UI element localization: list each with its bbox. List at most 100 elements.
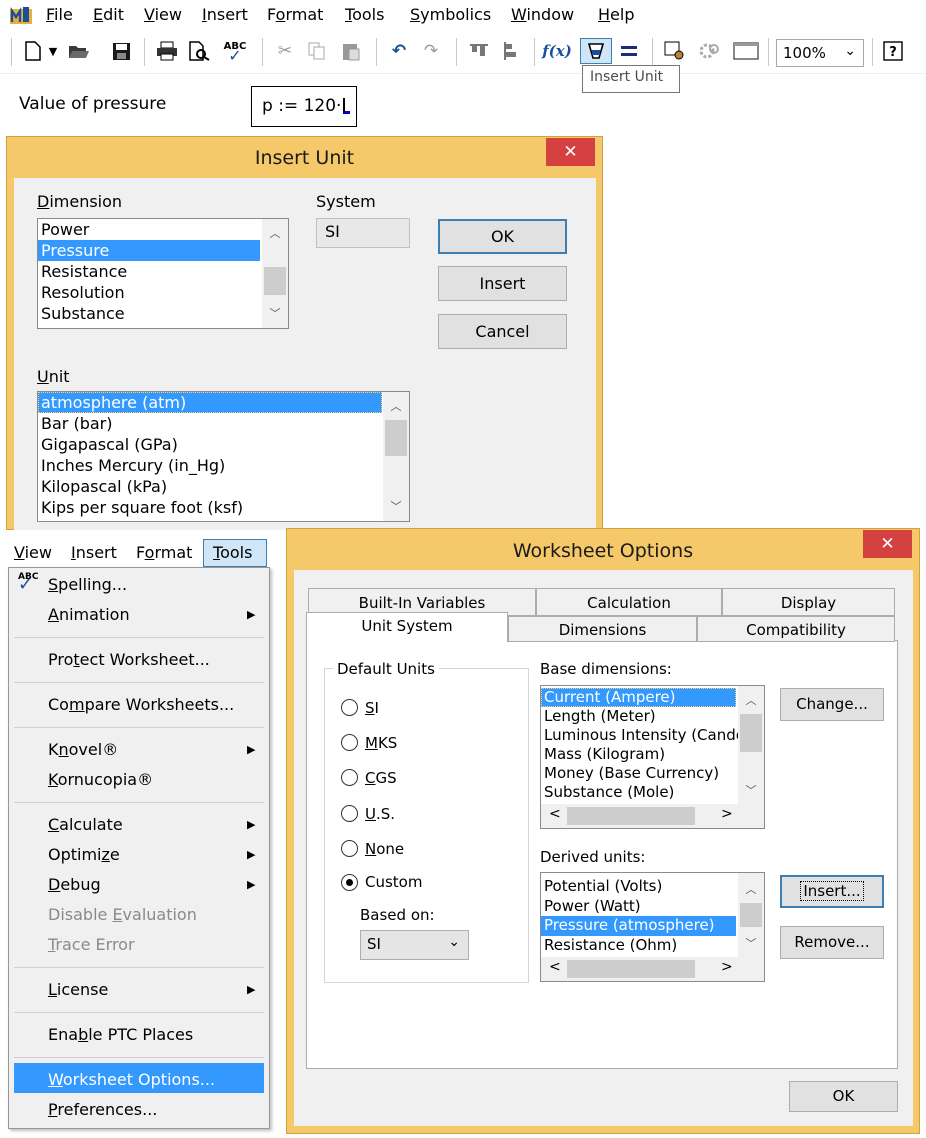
menu-item-calculate[interactable]: Calculate — [48, 815, 123, 834]
menu-item-debug[interactable]: Debug — [48, 875, 101, 894]
list-item-selected[interactable]: Current (Ampere) — [541, 688, 736, 707]
menu-format[interactable]: Format — [136, 543, 192, 562]
insert-component-icon[interactable] — [662, 38, 688, 64]
based-on-select[interactable]: SI ⌄ — [360, 930, 469, 960]
list-item[interactable]: Kilopascal (kPa) — [38, 476, 382, 497]
list-item[interactable]: Resolution — [38, 282, 260, 303]
list-item[interactable]: Kips per square foot (ksf) — [38, 497, 382, 518]
scroll-down-icon[interactable]: ﹀ — [738, 935, 764, 951]
menu-window[interactable]: Window — [511, 5, 574, 24]
tab-calculation[interactable]: Calculation — [536, 588, 722, 616]
paste-icon[interactable] — [338, 38, 364, 64]
list-item[interactable]: Power (Watt) — [541, 897, 738, 917]
base-dimensions-vscrollbar[interactable]: ︿ ﹀ — [738, 686, 764, 804]
list-item[interactable]: Potential (Volts) — [541, 877, 738, 897]
menu-view[interactable]: View — [144, 5, 182, 24]
scrollbar-thumb[interactable] — [740, 714, 762, 752]
derived-units-vscrollbar[interactable]: ︿ ﹀ — [738, 873, 764, 957]
math-region[interactable]: p := 120· — [251, 86, 357, 127]
help-icon[interactable]: ? — [880, 38, 906, 64]
list-item[interactable]: Inches Mercury (in_Hg) — [38, 455, 382, 476]
insert-button[interactable]: Insert — [438, 266, 567, 301]
scroll-down-icon[interactable]: ﹀ — [738, 782, 764, 798]
tab-display[interactable]: Display — [722, 588, 895, 616]
list-item[interactable]: Money (Base Currency) — [541, 764, 738, 783]
insert-unit-icon[interactable] — [580, 38, 612, 64]
menu-item-spelling[interactable]: Spelling... — [48, 575, 127, 594]
menu-insert[interactable]: Insert — [202, 5, 248, 24]
ok-button[interactable]: OK — [438, 219, 567, 254]
menu-item-preferences[interactable]: Preferences... — [48, 1100, 157, 1119]
scroll-up-icon[interactable]: ︿ — [383, 398, 409, 414]
align-left-icon[interactable] — [498, 38, 524, 64]
menu-item-license[interactable]: License — [48, 980, 108, 999]
derived-units-hscrollbar[interactable]: < > — [541, 957, 764, 981]
list-item[interactable]: Mass (Kilogram) — [541, 745, 738, 764]
tab-unit-system[interactable]: Unit System — [306, 612, 508, 642]
open-folder-icon[interactable] — [66, 38, 92, 64]
scroll-left-icon[interactable]: < — [549, 959, 561, 975]
insert-derived-button[interactable]: Insert... — [780, 875, 884, 908]
base-dimensions-hscrollbar[interactable]: < > — [541, 804, 764, 828]
change-button[interactable]: Change... — [780, 688, 884, 721]
list-item[interactable]: Substance (Mole) — [541, 783, 738, 802]
radio-mks[interactable] — [341, 734, 358, 751]
menu-item-optimize[interactable]: Optimize — [48, 845, 120, 864]
cancel-button[interactable]: Cancel — [438, 314, 567, 349]
new-dropdown-arrow-icon[interactable]: ▼ — [46, 38, 60, 64]
menu-item-kornucopia[interactable]: Kornucopia® — [48, 770, 153, 789]
list-item-selected[interactable]: Pressure (atmosphere) — [541, 916, 736, 936]
menu-item-compare-worksheets[interactable]: Compare Worksheets... — [48, 695, 234, 714]
scroll-up-icon[interactable]: ︿ — [262, 225, 288, 241]
radio-custom[interactable] — [341, 874, 358, 891]
insert-function-icon[interactable]: f(x) — [542, 38, 572, 64]
menu-item-worksheet-options[interactable]: Worksheet Options... — [48, 1070, 215, 1089]
menu-view[interactable]: View — [14, 543, 52, 562]
zoom-select[interactable]: 100% ⌄ — [776, 39, 864, 67]
derived-units-listbox[interactable]: Potential (Volts) Power (Watt) Pressure … — [540, 872, 765, 982]
list-item[interactable]: Length (Meter) — [541, 707, 738, 726]
scrollbar-thumb[interactable] — [740, 903, 762, 927]
menu-insert[interactable]: Insert — [71, 543, 117, 562]
menu-tools[interactable]: Tools — [345, 5, 384, 24]
remove-button[interactable]: Remove... — [780, 926, 884, 959]
worksheet-options-ok-button[interactable]: OK — [789, 1081, 898, 1112]
scroll-right-icon[interactable]: > — [721, 806, 733, 822]
scrollbar-thumb[interactable] — [567, 960, 695, 978]
menu-item-enable-ptc-places[interactable]: Enable PTC Places — [48, 1025, 193, 1044]
close-icon[interactable]: ✕ — [546, 138, 595, 166]
menu-tools[interactable]: Tools — [213, 543, 252, 562]
copy-icon[interactable] — [304, 38, 330, 64]
dimension-listbox[interactable]: Power Pressure Resistance Resolution Sub… — [37, 218, 289, 329]
base-dimensions-listbox[interactable]: Current (Ampere) Length (Meter) Luminous… — [540, 685, 765, 829]
scroll-down-icon[interactable]: ﹀ — [262, 305, 288, 321]
radio-none[interactable] — [341, 840, 358, 857]
menu-item-protect-worksheet[interactable]: Protect Worksheet... — [48, 650, 210, 669]
menu-file[interactable]: File — [46, 5, 73, 24]
list-item-selected[interactable]: Pressure — [38, 240, 260, 261]
tab-compatibility[interactable]: Compatibility — [697, 616, 895, 642]
list-item[interactable]: Substance — [38, 303, 260, 324]
undo-icon[interactable]: ↶ — [386, 38, 412, 64]
menu-symbolics[interactable]: Symbolics — [410, 5, 491, 24]
redo-icon[interactable]: ↷ — [418, 38, 444, 64]
close-icon[interactable]: ✕ — [863, 530, 912, 558]
spell-check-icon[interactable]: ABC ✓ — [222, 38, 248, 64]
window-frame-icon[interactable] — [732, 38, 760, 64]
menu-item-animation[interactable]: Animation — [48, 605, 130, 624]
print-preview-icon[interactable] — [186, 38, 212, 64]
list-item[interactable]: Resistance (Ohm) — [541, 936, 738, 956]
save-icon[interactable] — [108, 38, 134, 64]
dimension-scrollbar[interactable]: ︿ ﹀ — [262, 219, 288, 328]
scrollbar-thumb[interactable] — [264, 267, 286, 295]
list-item-selected[interactable]: atmosphere (atm) — [38, 392, 382, 413]
print-icon[interactable] — [154, 38, 180, 64]
list-item[interactable]: Bar (bar) — [38, 413, 382, 434]
radio-si[interactable] — [341, 699, 358, 716]
scroll-left-icon[interactable]: < — [549, 806, 561, 822]
tab-dimensions[interactable]: Dimensions — [508, 616, 697, 642]
menu-item-knovel[interactable]: Knovel® — [48, 740, 118, 759]
menu-edit[interactable]: Edit — [93, 5, 124, 24]
list-item[interactable]: Resistance — [38, 261, 260, 282]
list-item[interactable]: Gigapascal (GPa) — [38, 434, 382, 455]
